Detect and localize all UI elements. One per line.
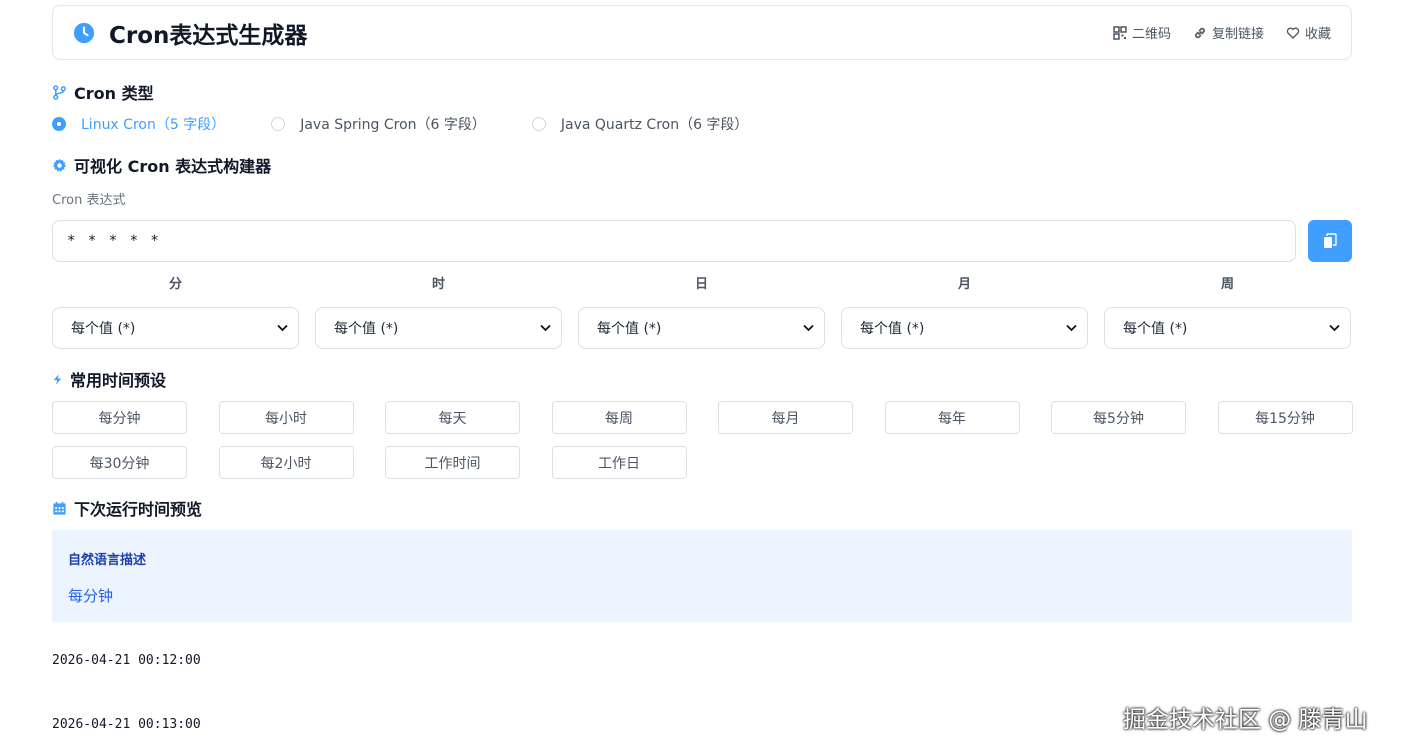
field-label: 月 <box>957 277 971 292</box>
field-hour: 时 每个值 (*) <box>315 276 562 349</box>
preset-button[interactable]: 每2小时 <box>218 446 354 479</box>
radio-quartz-cron[interactable]: Java Quartz Cron（6 字段） <box>531 114 749 134</box>
next-run-time: 2026-04-21 00:13:00 <box>52 717 201 732</box>
clock-icon <box>73 22 95 43</box>
chevron-down-icon <box>1066 324 1077 332</box>
field-label: 时 <box>431 277 445 292</box>
cron-type-title: Cron 类型 <box>52 80 154 104</box>
favorite-button[interactable]: 收藏 <box>1286 23 1331 42</box>
chevron-down-icon <box>803 324 814 332</box>
preset-button[interactable]: 工作时间 <box>385 446 520 479</box>
cron-fields: 分 每个值 (*) 时 每个值 (*) 日 每个值 (*) 月 每个值 (*) … <box>52 276 1352 349</box>
field-label: 日 <box>694 277 708 292</box>
header-card: Cron表达式生成器 二维码 复制链接 收藏 <box>52 5 1352 60</box>
month-select[interactable]: 每个值 (*) <box>841 307 1088 349</box>
copy-link-button[interactable]: 复制链接 <box>1193 23 1264 42</box>
radio-dot[interactable] <box>531 117 546 131</box>
copy-icon <box>1324 233 1337 248</box>
select-value: 每个值 (*) <box>597 321 662 337</box>
radio-label: Linux Cron（5 字段） <box>81 117 226 133</box>
day-select[interactable]: 每个值 (*) <box>578 307 825 349</box>
field-label: 分 <box>168 277 182 292</box>
preset-button[interactable]: 每小时 <box>218 401 354 434</box>
favorite-label: 收藏 <box>1304 27 1331 42</box>
minute-select[interactable]: 每个值 (*) <box>52 307 299 349</box>
page-title: Cron表达式生成器 <box>109 22 308 49</box>
field-day: 日 每个值 (*) <box>578 276 825 349</box>
gear-icon <box>52 158 67 172</box>
presets-title: 常用时间预设 <box>52 367 166 391</box>
field-month: 月 每个值 (*) <box>841 276 1088 349</box>
preset-button[interactable]: 工作日 <box>551 446 687 479</box>
preset-button[interactable]: 每分钟 <box>52 401 187 434</box>
radio-label: Java Spring Cron（6 字段） <box>300 117 486 133</box>
qrcode-label: 二维码 <box>1131 27 1171 42</box>
cron-expression-input[interactable] <box>52 220 1296 262</box>
qrcode-button[interactable]: 二维码 <box>1113 23 1171 42</box>
preset-button[interactable]: 每天 <box>385 401 520 434</box>
heart-icon <box>1286 27 1300 39</box>
radio-dot[interactable] <box>271 117 286 131</box>
cron-type-radio-group: Linux Cron（5 字段） Java Spring Cron（6 字段） … <box>52 114 748 134</box>
calendar-icon <box>53 501 66 515</box>
expression-label: Cron 表达式 <box>52 193 126 208</box>
field-minute: 分 每个值 (*) <box>52 276 299 349</box>
radio-label: Java Quartz Cron（6 字段） <box>560 117 749 133</box>
preset-buttons: 每分钟 每小时 每天 每周 每月 每年 每5分钟 每15分钟 每30分钟 每2小… <box>52 401 1353 479</box>
presets-title-text: 常用时间预设 <box>70 371 167 390</box>
description-label: 自然语言描述 <box>68 553 147 568</box>
next-run-time: 2026-04-21 00:12:00 <box>52 653 201 668</box>
copy-link-label: 复制链接 <box>1211 27 1264 42</box>
watermark: 掘金技术社区 @ 滕青山 <box>1123 707 1368 733</box>
preview-title-text: 下次运行时间预览 <box>74 500 203 519</box>
branch-icon <box>53 84 66 100</box>
chevron-down-icon <box>540 324 551 332</box>
header-actions: 二维码 复制链接 收藏 <box>1113 23 1331 42</box>
select-value: 每个值 (*) <box>334 321 399 337</box>
description-text: 每分钟 <box>68 587 114 605</box>
week-select[interactable]: 每个值 (*) <box>1104 307 1351 349</box>
field-label: 周 <box>1220 277 1234 292</box>
cron-type-title-text: Cron 类型 <box>74 84 154 103</box>
field-week: 周 每个值 (*) <box>1104 276 1351 349</box>
select-value: 每个值 (*) <box>860 321 925 337</box>
builder-title: 可视化 Cron 表达式构建器 <box>52 153 271 177</box>
hour-select[interactable]: 每个值 (*) <box>315 307 562 349</box>
radio-linux-cron[interactable]: Linux Cron（5 字段） <box>52 114 225 134</box>
radio-dot[interactable] <box>52 117 66 131</box>
natural-language-description: 自然语言描述 每分钟 <box>52 530 1352 622</box>
select-value: 每个值 (*) <box>71 321 136 337</box>
preset-button[interactable]: 每周 <box>551 401 687 434</box>
link-icon <box>1195 27 1205 38</box>
copy-expression-button[interactable] <box>1308 220 1352 262</box>
chevron-down-icon <box>277 324 288 332</box>
lightning-icon <box>53 373 62 385</box>
select-value: 每个值 (*) <box>1123 321 1188 337</box>
preview-title: 下次运行时间预览 <box>52 496 202 520</box>
preset-button[interactable]: 每月 <box>718 401 853 434</box>
preset-button[interactable]: 每15分钟 <box>1217 401 1353 434</box>
chevron-down-icon <box>1329 324 1340 332</box>
preset-button[interactable]: 每30分钟 <box>52 446 187 479</box>
qrcode-icon <box>1113 25 1127 40</box>
preset-button[interactable]: 每5分钟 <box>1051 401 1186 434</box>
radio-spring-cron[interactable]: Java Spring Cron（6 字段） <box>271 114 486 134</box>
builder-title-text: 可视化 Cron 表达式构建器 <box>74 157 272 176</box>
preset-button[interactable]: 每年 <box>884 401 1020 434</box>
